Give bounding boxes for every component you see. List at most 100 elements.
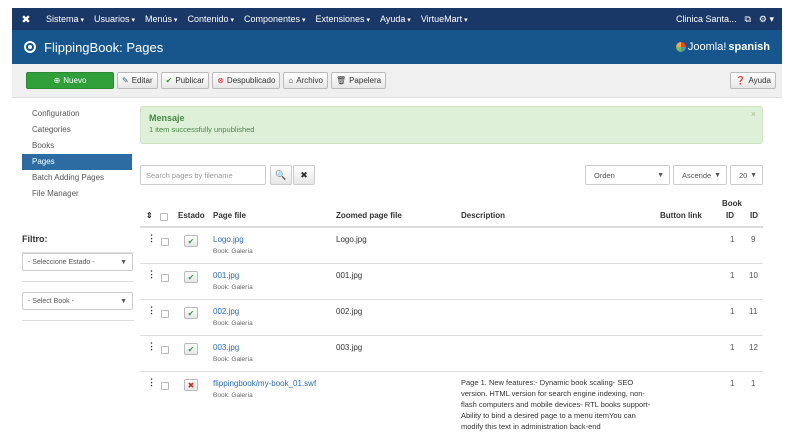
external-link-icon[interactable]: ⧉	[744, 14, 750, 25]
close-icon: ✖	[300, 169, 308, 180]
menu-menus[interactable]: Menús	[145, 14, 177, 24]
page-file-link[interactable]: 001.jpg	[213, 271, 239, 280]
page-file-link[interactable]: 002.jpg	[213, 307, 239, 316]
drag-handle-icon[interactable]: ⋮	[147, 233, 156, 244]
edit-button[interactable]: ✎ Editar	[117, 72, 158, 89]
limit-select[interactable]: 20 ▼	[730, 165, 763, 185]
joomla-logo-text: Joomla!	[687, 41, 727, 53]
trash-button-label: Papelera	[349, 76, 382, 85]
published-check-icon[interactable]: ✔	[184, 307, 198, 319]
check-icon: ✔	[165, 76, 173, 85]
search-button[interactable]: 🔍	[270, 165, 292, 185]
book-id: 1	[730, 343, 735, 352]
unpublished-x-icon[interactable]: ✖	[184, 379, 198, 391]
column-button-link[interactable]: Button link	[660, 211, 702, 220]
row-checkbox[interactable]	[161, 382, 169, 390]
sort-order-icon[interactable]: ⇕	[146, 211, 153, 220]
new-button-label: Nuevo	[63, 76, 87, 85]
edit-button-label: Editar	[131, 76, 153, 85]
zoomed-file: 003.jpg	[336, 343, 363, 352]
menu-sistema[interactable]: Sistema	[46, 14, 84, 24]
published-check-icon[interactable]: ✔	[184, 271, 198, 283]
archive-icon: ⌂	[288, 76, 294, 85]
archive-button[interactable]: ⌂ Archivo	[283, 72, 328, 89]
new-button[interactable]: ⊕ Nuevo	[26, 72, 114, 89]
sidebar-item-batch-adding-pages[interactable]: Batch Adding Pages	[22, 170, 132, 186]
direction-select[interactable]: Ascende ▼	[673, 165, 727, 185]
clear-search-button[interactable]: ✖	[293, 165, 315, 185]
filter-heading: Filtro:	[22, 234, 134, 253]
column-estado[interactable]: Estado	[178, 211, 205, 220]
book-filter-select[interactable]: - Select Book - ▼	[22, 292, 133, 310]
page-id: 10	[749, 271, 758, 280]
chevron-down-icon: ▼	[714, 171, 721, 179]
order-select[interactable]: Orden ▼	[585, 165, 670, 185]
limit-value: 20	[739, 170, 748, 180]
unpublish-icon: ⊗	[217, 76, 224, 85]
chevron-down-icon: ▼	[120, 258, 127, 266]
target-icon	[24, 41, 36, 53]
sidebar-item-books[interactable]: Books	[22, 138, 132, 154]
joomla-logo: Joomla! spanish	[675, 41, 770, 53]
column-page-file[interactable]: Page file	[213, 211, 246, 220]
book-id: 1	[730, 379, 735, 388]
search-input[interactable]: Search pages by filename	[140, 165, 266, 185]
column-zoomed-page-file[interactable]: Zoomed page file	[336, 211, 402, 220]
sidebar-item-pages[interactable]: Pages	[22, 154, 132, 170]
success-message: Mensaje 1 item successfully unpublished …	[140, 106, 763, 144]
row-checkbox[interactable]	[161, 274, 169, 282]
unpublish-button[interactable]: ⊗ Despublicado	[212, 72, 281, 89]
trash-icon: 🗑	[335, 76, 347, 85]
menu-extensiones[interactable]: Extensiones	[315, 14, 370, 24]
row-checkbox[interactable]	[161, 238, 169, 246]
published-check-icon[interactable]: ✔	[184, 235, 198, 247]
drag-handle-icon[interactable]: ⋮	[147, 341, 156, 352]
page-id: 12	[749, 343, 758, 352]
select-all-checkbox[interactable]	[160, 213, 168, 221]
drag-handle-icon[interactable]: ⋮	[147, 269, 156, 280]
page-file-link[interactable]: Logo.jpg	[213, 235, 244, 244]
book-label: Book: Galería	[213, 284, 253, 291]
state-filter-select[interactable]: - Seleccione Estado - ▼	[22, 253, 133, 271]
settings-gear-icon[interactable]: ⚙ ▾	[759, 14, 774, 25]
column-book-id-line2[interactable]: ID	[726, 211, 734, 220]
table-row: ⋮ ✔ 002.jpg Book: Galería 002.jpg 1 11	[140, 300, 763, 336]
archive-button-label: Archivo	[296, 76, 323, 85]
state-filter-value: - Seleccione Estado -	[28, 258, 95, 266]
help-button-label: Ayuda	[748, 76, 771, 85]
joomla-icon[interactable]: ✖	[16, 13, 36, 26]
close-icon[interactable]: ×	[751, 109, 756, 119]
column-description[interactable]: Description	[461, 211, 505, 220]
filter-divider	[22, 281, 134, 282]
row-checkbox[interactable]	[161, 346, 169, 354]
sidebar: Configuration Categories Books Pages Bat…	[22, 106, 132, 202]
page-file-link[interactable]: flippingbook/my-book_01.swf	[213, 379, 316, 388]
menu-componentes[interactable]: Componentes	[244, 14, 306, 24]
menu-ayuda[interactable]: Ayuda	[380, 14, 411, 24]
main-menu: Sistema Usuarios Menús Contenido Compone…	[36, 14, 468, 24]
drag-handle-icon[interactable]: ⋮	[147, 305, 156, 316]
direction-value: Ascende	[682, 170, 712, 180]
table-row: ⋮ ✔ Logo.jpg Book: Galería Logo.jpg 1 9	[140, 228, 763, 264]
site-link[interactable]: Clinica Santa...	[676, 14, 737, 24]
row-checkbox[interactable]	[161, 310, 169, 318]
search-icon: 🔍	[275, 169, 287, 180]
menu-contenido[interactable]: Contenido	[187, 14, 234, 24]
order-value: Orden	[594, 170, 615, 180]
help-button[interactable]: ❓ Ayuda	[730, 72, 776, 89]
sidebar-item-categories[interactable]: Categories	[22, 122, 132, 138]
published-check-icon[interactable]: ✔	[184, 343, 198, 355]
column-book-id-line1[interactable]: Book	[722, 199, 742, 208]
zoomed-file: 001.jpg	[336, 271, 363, 280]
page-file-link[interactable]: 003.jpg	[213, 343, 239, 352]
trash-button[interactable]: 🗑 Papelera	[330, 72, 387, 89]
book-id: 1	[730, 235, 735, 244]
sidebar-item-file-manager[interactable]: File Manager	[22, 186, 132, 202]
page-header: FlippingBook: Pages Joomla! spanish	[12, 30, 782, 64]
sidebar-item-configuration[interactable]: Configuration	[22, 106, 132, 122]
column-id[interactable]: ID	[750, 211, 758, 220]
menu-usuarios[interactable]: Usuarios	[94, 14, 135, 24]
publish-button[interactable]: ✔ Publicar	[160, 72, 210, 89]
menu-virtuemart[interactable]: VirtueMart	[421, 14, 468, 24]
drag-handle-icon[interactable]: ⋮	[147, 377, 156, 388]
